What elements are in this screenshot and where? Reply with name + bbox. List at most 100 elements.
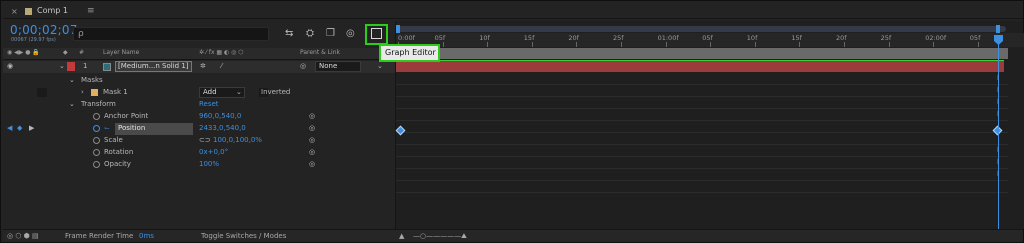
chevron-down-icon[interactable]: ⌄: [377, 62, 383, 70]
shy-switch-icon[interactable]: ✲: [200, 62, 206, 70]
layer-name[interactable]: [Medium...n Solid 1]: [115, 61, 192, 72]
column-header-row: ◉ ◀▶ ● 🔒 ◆ # Layer Name ✲ ⁄ fx ▦ ◐ ◎ ⬡ P…: [3, 48, 395, 60]
label-header-icon[interactable]: ◆: [63, 49, 68, 56]
zoom-in-icon[interactable]: ⛰: [461, 232, 467, 241]
timeline-row: [396, 169, 1008, 181]
ruler-tick: [933, 42, 935, 47]
navigator-end-handle[interactable]: [996, 25, 1000, 33]
close-tab-icon[interactable]: ×: [11, 7, 18, 16]
ruler-tick: [442, 42, 444, 47]
anchor-point-value[interactable]: 960,0,540,0: [199, 112, 241, 120]
anchor-point-row[interactable]: Anchor Point 960,0,540,0 ◎: [3, 111, 395, 123]
constrain-link-icon[interactable]: ⊂⊃: [199, 136, 211, 144]
rotation-row[interactable]: Rotation 0x+0,0° ◎: [3, 147, 395, 159]
parent-link-header: Parent & Link: [300, 49, 340, 56]
panel-menu-icon[interactable]: ≡: [87, 6, 95, 16]
search-input[interactable]: ρ: [73, 27, 269, 41]
timeline-row: [396, 145, 1008, 157]
ruler-tick: [710, 42, 712, 47]
motion-blur-icon[interactable]: ◎: [346, 28, 355, 39]
timeline-panel: × Comp 1 ≡ 0;00;02;07 00067 (29.97 fps) …: [0, 0, 1024, 243]
composition-mini-flowchart-icon[interactable]: ⇆: [285, 28, 293, 39]
status-bar: ◎ ⬡ ⬢ ▤ Frame Render Time 0ms Toggle Swi…: [3, 229, 1023, 242]
opacity-value[interactable]: 100%: [199, 160, 219, 168]
expand-mask-icon[interactable]: ›: [81, 88, 84, 96]
layer-duration-bar[interactable]: [396, 60, 1004, 72]
pickwhip-icon[interactable]: ◎: [300, 62, 306, 70]
ruler-tick: [665, 42, 667, 47]
masks-label: Masks: [81, 76, 103, 84]
timeline-row: [396, 133, 1008, 145]
parent-dropdown[interactable]: None: [315, 61, 361, 72]
video-toggle-icon[interactable]: ◉: [7, 62, 13, 70]
ruler-tick-label: 20f: [568, 34, 579, 42]
timeline-row: [396, 109, 1008, 121]
expand-layer-icon[interactable]: ⌄: [59, 62, 65, 70]
navigator-start-handle[interactable]: [396, 25, 400, 33]
layer-outline: ◉ ⌄ 1 [Medium...n Solid 1] ✲ ⁄ ◎ None ⌄ …: [3, 61, 395, 229]
prev-keyframe-icon[interactable]: ◀: [7, 124, 12, 132]
expand-transform-icon[interactable]: ⌄: [69, 100, 75, 108]
stopwatch-icon[interactable]: [93, 137, 100, 144]
layer-name-header[interactable]: Layer Name: [103, 49, 139, 56]
scale-value[interactable]: 100,0,100,0%: [213, 136, 262, 144]
draft-3d-icon[interactable]: ⛭: [306, 28, 314, 39]
mask-name[interactable]: Mask 1: [103, 88, 128, 96]
ruler-tick-label: 0:00f: [398, 34, 415, 42]
pickwhip-icon[interactable]: ◎: [309, 112, 315, 120]
toggle-switches-modes[interactable]: Toggle Switches / Modes: [201, 232, 286, 240]
time-ruler[interactable]: 0:00f 05f 10f 15f 20f 25f 01:00f 05f 10f 15f 20f 25…: [396, 33, 1024, 47]
stopwatch-active-icon[interactable]: [93, 125, 100, 132]
mask-visibility-box[interactable]: [37, 88, 47, 97]
next-keyframe-icon[interactable]: ▶: [29, 124, 34, 132]
stopwatch-icon[interactable]: [93, 161, 100, 168]
pickwhip-icon[interactable]: ◎: [309, 160, 315, 168]
mask-row[interactable]: › Mask 1 Add ⌄ Inverted: [3, 87, 395, 99]
timeline-row: [396, 97, 1008, 109]
pickwhip-icon[interactable]: ◎: [309, 124, 315, 132]
ruler-tick-label: 05f: [702, 34, 713, 42]
mask-color-swatch[interactable]: [91, 89, 98, 96]
zoom-out-icon[interactable]: ▲: [399, 232, 404, 240]
graph-editor-icon: [371, 28, 382, 39]
opacity-label: Opacity: [104, 160, 131, 168]
ruler-tick-label: 10f: [746, 34, 758, 42]
ruler-tick: [888, 42, 890, 47]
chevron-down-icon[interactable]: ⌄: [236, 88, 242, 96]
ruler-tick: [844, 42, 845, 47]
current-time-indicator[interactable]: [998, 41, 999, 229]
stopwatch-icon[interactable]: [93, 149, 100, 156]
scale-row[interactable]: Scale ⊂⊃ 100,0,100,0% ◎: [3, 135, 395, 147]
expand-masks-icon[interactable]: ⌄: [69, 76, 75, 84]
time-navigator[interactable]: [396, 26, 1006, 32]
render-icons[interactable]: ◎ ⬡ ⬢ ▤: [7, 232, 39, 240]
keyframe-toggle-icon[interactable]: ◆: [17, 124, 22, 132]
ruler-tick-label: 05f: [969, 34, 981, 42]
opacity-row[interactable]: Opacity 100% ◎: [3, 159, 395, 171]
position-row[interactable]: ◀ ◆ ▶ ⌙ Position 2433,0,540,0 ◎: [3, 123, 395, 135]
position-value[interactable]: 2433,0,540,0: [199, 124, 246, 132]
av-features-header-icon[interactable]: ◉ ◀▶ ● 🔒: [7, 49, 40, 56]
tab-title[interactable]: Comp 1: [37, 6, 68, 15]
timeline-row: [396, 85, 1008, 97]
rotation-value[interactable]: 0x+0,0°: [199, 148, 228, 156]
transform-group-row[interactable]: ⌄ Transform Reset: [3, 99, 395, 111]
stopwatch-icon[interactable]: [93, 113, 100, 120]
graph-editor-button[interactable]: [365, 24, 388, 45]
hide-shy-layers-icon[interactable]: ❐: [326, 28, 335, 39]
transform-reset-link[interactable]: Reset: [199, 100, 219, 108]
zoom-slider[interactable]: —○—————: [413, 232, 461, 240]
timeline-row: [396, 157, 1008, 169]
work-area-bar[interactable]: [396, 48, 1008, 59]
layer-label-color[interactable]: [67, 62, 75, 71]
quality-switch-icon[interactable]: ⁄: [221, 62, 222, 70]
masks-group-row[interactable]: ⌄ Masks: [3, 75, 395, 87]
search-icon: ρ: [78, 29, 84, 39]
current-time-display[interactable]: 0;00;02;07: [10, 23, 78, 37]
layer-row[interactable]: ◉ ⌄ 1 [Medium...n Solid 1] ✲ ⁄ ◎ None ⌄: [3, 61, 395, 73]
graph-icon[interactable]: ⌙: [104, 124, 110, 132]
ruler-tick: [621, 42, 622, 47]
pickwhip-icon[interactable]: ◎: [309, 148, 315, 156]
comp-end-region: [1008, 47, 1024, 229]
pickwhip-icon[interactable]: ◎: [309, 136, 315, 144]
